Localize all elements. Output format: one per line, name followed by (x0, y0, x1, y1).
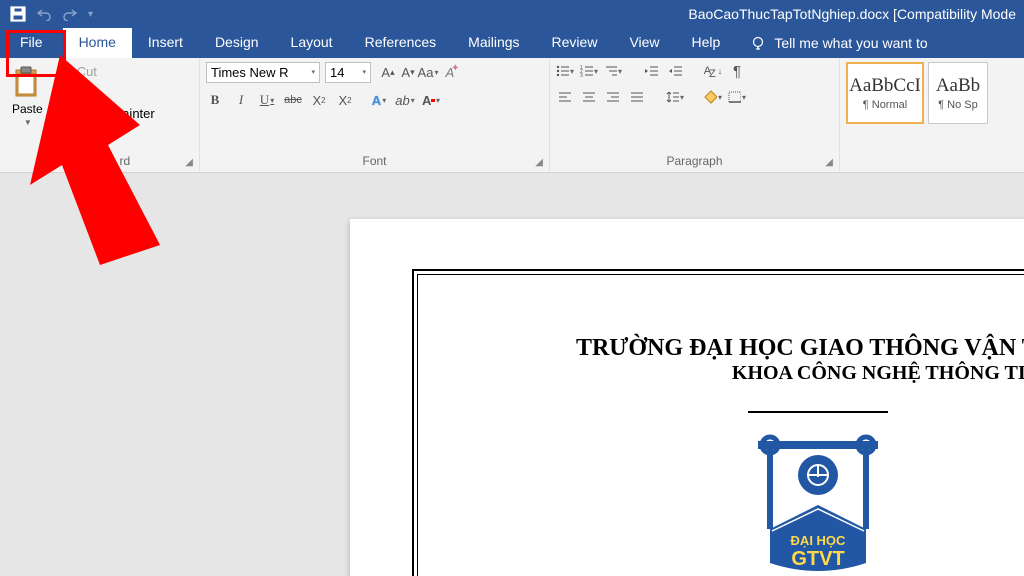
chevron-down-icon: ▾ (362, 70, 366, 76)
title-bar: ▾ BaoCaoThucTapTotNghiep.docx [Compatibi… (0, 0, 1024, 28)
university-logo: ĐẠI HỌC GTVT (750, 433, 886, 569)
horizontal-rule (748, 411, 888, 413)
tab-mailings[interactable]: Mailings (452, 28, 535, 58)
style-name: ¶ Normal (863, 99, 907, 111)
document-area[interactable]: TRƯỜNG ĐẠI HỌC GIAO THÔNG VẬN TẢI T KHOA… (0, 201, 1024, 576)
bold-button[interactable]: B (206, 91, 224, 109)
align-right-button[interactable] (604, 88, 622, 106)
dialog-launcher-icon[interactable]: ◢ (185, 157, 193, 168)
tab-help[interactable]: Help (676, 28, 737, 58)
page-border-outer: TRƯỜNG ĐẠI HỌC GIAO THÔNG VẬN TẢI T KHOA… (412, 269, 1024, 576)
justify-button[interactable] (628, 88, 646, 106)
style-normal[interactable]: AaBbCcI ¶ Normal (846, 62, 924, 124)
tab-review[interactable]: Review (536, 28, 614, 58)
numbering-button[interactable]: 123▾ (580, 62, 598, 80)
paste-label: Paste (12, 102, 43, 116)
change-case-button[interactable]: Aa▾ (419, 64, 437, 82)
group-styles: AaBbCcI ¶ Normal AaBb ¶ No Sp (840, 58, 1024, 172)
italic-button[interactable]: I (232, 91, 250, 109)
font-name-combo[interactable]: Times New R ▾ (206, 62, 320, 83)
annotation-highlight-box (6, 30, 66, 77)
shrink-font-button[interactable]: A▾ (399, 64, 417, 82)
text-effects-button[interactable]: A▾ (370, 91, 388, 109)
clear-format-button[interactable]: A✦ (445, 64, 463, 82)
tab-insert[interactable]: Insert (132, 28, 199, 58)
page-border-inner: TRƯỜNG ĐẠI HỌC GIAO THÔNG VẬN TẢI T KHOA… (417, 274, 1024, 576)
tab-home[interactable]: Home (63, 28, 132, 58)
ribbon: Paste ▼ Cut Copy ormat Painter Clipb rd◢ (0, 58, 1024, 173)
tab-references[interactable]: References (349, 28, 453, 58)
chevron-down-icon: ▾ (311, 70, 315, 76)
sort-button[interactable]: AZ↓ (704, 62, 722, 80)
doc-subtitle: KHOA CÔNG NGHỆ THÔNG TIN (418, 362, 1024, 385)
strike-button[interactable]: abc (284, 91, 302, 109)
style-no-spacing[interactable]: AaBb ¶ No Sp (928, 62, 988, 124)
tell-me-search[interactable]: Tell me what you want to (750, 28, 927, 58)
lightbulb-icon (750, 35, 766, 51)
borders-button[interactable]: ▾ (728, 88, 746, 106)
undo-icon[interactable] (36, 7, 52, 21)
superscript-button[interactable]: X2 (336, 91, 354, 109)
font-name-value: Times New R (211, 65, 289, 80)
font-size-combo[interactable]: 14 ▾ (325, 62, 371, 83)
line-spacing-button[interactable]: ▾ (666, 88, 684, 106)
group-paragraph: ▾ 123▾ ▾ AZ↓ ¶ ▾ ▾ ▾ Par (550, 58, 840, 172)
align-left-button[interactable] (556, 88, 574, 106)
logo-text-1: ĐẠI HỌC (791, 533, 847, 548)
cut-button[interactable]: Cut (55, 62, 159, 81)
grow-font-button[interactable]: A▴ (379, 64, 397, 82)
multilevel-list-button[interactable]: ▾ (604, 62, 622, 80)
ribbon-tabs: File Home Insert Design Layout Reference… (0, 28, 1024, 58)
decrease-indent-button[interactable] (642, 62, 660, 80)
tab-view[interactable]: View (613, 28, 675, 58)
svg-text:3: 3 (580, 73, 583, 77)
chevron-down-icon: ▼ (24, 118, 32, 127)
highlight-button[interactable]: ab▾ (396, 91, 414, 109)
format-painter-label: ormat Painter (77, 106, 155, 121)
redo-icon[interactable] (62, 7, 78, 21)
show-marks-button[interactable]: ¶ (728, 62, 746, 80)
shading-button[interactable]: ▾ (704, 88, 722, 106)
style-name: ¶ No Sp (938, 99, 978, 111)
underline-button[interactable]: U▾ (258, 91, 276, 109)
style-sample: AaBbCcI (849, 75, 921, 97)
tab-layout[interactable]: Layout (275, 28, 349, 58)
tab-design[interactable]: Design (199, 28, 275, 58)
format-painter-button[interactable]: ormat Painter (55, 104, 159, 123)
style-sample: AaBb (936, 75, 980, 97)
font-size-value: 14 (330, 65, 344, 80)
dialog-launcher-icon[interactable]: ◢ (825, 157, 833, 168)
window-title: BaoCaoThucTapTotNghiep.docx [Compatibili… (93, 6, 1024, 22)
align-center-button[interactable] (580, 88, 598, 106)
logo-text-2: GTVT (791, 548, 844, 570)
qat-customize-icon[interactable]: ▾ (88, 9, 93, 20)
increase-indent-button[interactable] (666, 62, 684, 80)
save-icon[interactable] (10, 6, 26, 22)
tell-me-label: Tell me what you want to (774, 35, 927, 51)
bullets-button[interactable]: ▾ (556, 62, 574, 80)
page: TRƯỜNG ĐẠI HỌC GIAO THÔNG VẬN TẢI T KHOA… (350, 219, 1024, 576)
group-paragraph-label: Paragraph (666, 154, 722, 168)
doc-title: TRƯỜNG ĐẠI HỌC GIAO THÔNG VẬN TẢI T (418, 335, 1024, 362)
subscript-button[interactable]: X2 (310, 91, 328, 109)
group-clipboard-label: Clipb rd (69, 154, 130, 168)
group-font: Times New R ▾ 14 ▾ A▴ A▾ Aa▾ A✦ B I U▾ a… (200, 58, 550, 172)
dialog-launcher-icon[interactable]: ◢ (535, 157, 543, 168)
font-color-button[interactable]: A▾ (422, 91, 440, 109)
cut-label: Cut (77, 64, 97, 79)
group-font-label: Font (362, 154, 386, 168)
quick-access-toolbar: ▾ (0, 6, 93, 22)
